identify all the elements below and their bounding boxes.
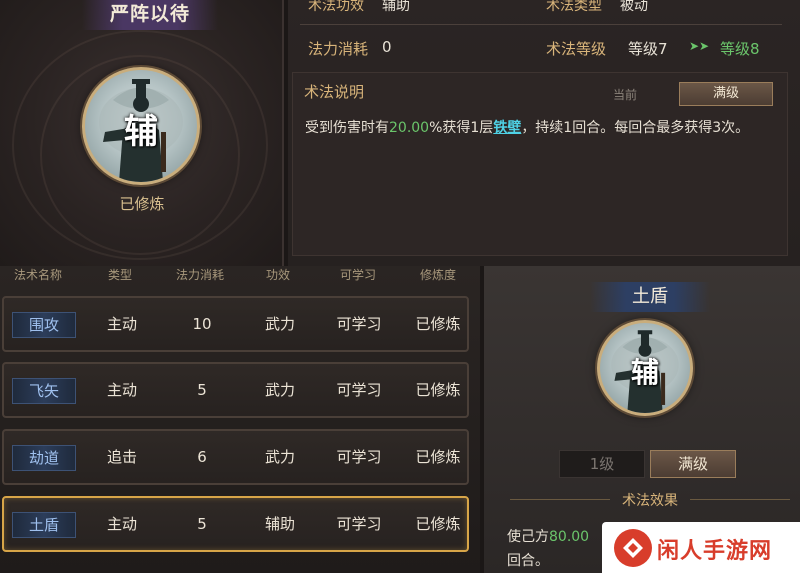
header-name: 法术名称 — [13, 268, 62, 282]
level-current: 等级7 — [628, 40, 668, 58]
header-type: 类型 — [107, 268, 132, 282]
effect-text-prefix: 使己方 — [507, 529, 549, 545]
cell-learn: 可学习 — [336, 381, 382, 399]
effect-value: 辅助 — [382, 0, 410, 14]
cell-cost: 5 — [197, 515, 207, 533]
header-learn: 可学习 — [339, 268, 376, 282]
description-text: 受到伤害时有20.00%获得1层铁壁，持续1回合。每回合最多获得3次。 — [305, 117, 749, 137]
effect-title: 术法效果 — [622, 493, 678, 509]
effect-text: 使己方80.00 回合。 — [507, 525, 589, 573]
cell-type: 主动 — [106, 515, 137, 533]
cell-type: 追击 — [106, 448, 137, 466]
divider — [690, 499, 790, 500]
level-next: 等级8 — [720, 40, 760, 58]
cell-learn: 可学习 — [336, 448, 382, 466]
cell-effect: 辅助 — [264, 515, 295, 533]
cell-learn: 可学习 — [336, 315, 382, 333]
type-label: 术法类型 — [546, 0, 602, 14]
watermark-text: 闲人手游网 — [657, 539, 773, 564]
level-1-button[interactable]: 1级 — [559, 450, 645, 478]
table-row[interactable]: 劫道 追击 6 武力 可学习 已修炼 — [2, 429, 469, 485]
cell-status: 已修炼 — [415, 315, 461, 333]
assist-glyph: 辅 — [124, 112, 158, 152]
type-value: 被动 — [620, 0, 648, 14]
level-label: 术法等级 — [546, 40, 607, 58]
table-row[interactable]: 围攻 主动 10 武力 可学习 已修炼 — [2, 296, 469, 352]
cell-cost: 10 — [192, 315, 212, 333]
effect-label: 术法功效 — [308, 0, 364, 14]
cell-status: 已修炼 — [415, 381, 461, 399]
skill-avatar[interactable]: 辅 — [82, 67, 200, 185]
cost-label: 法力消耗 — [308, 40, 369, 58]
desc-part: 受到伤害时有 — [305, 120, 389, 136]
effect-percent: 80.00 — [549, 529, 590, 545]
desc-part: ，持续1回合。每回合最多获得3次。 — [521, 120, 750, 136]
table-row[interactable]: 土盾 主动 5 辅助 可学习 已修炼 — [2, 496, 469, 552]
cell-effect: 武力 — [264, 315, 295, 333]
arrow-right-icon: ➤➤ — [689, 39, 710, 53]
desc-percent: 20.00 — [389, 120, 430, 136]
divider — [300, 24, 782, 25]
skill-title: 严阵以待 — [82, 0, 218, 30]
cell-status: 已修炼 — [415, 515, 461, 533]
cell-type: 主动 — [106, 315, 137, 333]
detail-skill-name: 土盾 — [590, 282, 710, 312]
table-header: 法术名称 类型 法力消耗 功效 可学习 修炼度 — [0, 266, 480, 284]
tab-max-level[interactable]: 满级 — [679, 82, 773, 106]
cell-effect: 武力 — [264, 448, 295, 466]
desc-part: %获得1层 — [429, 120, 494, 136]
skill-name-tag: 土盾 — [12, 512, 76, 538]
cell-cost: 6 — [197, 448, 207, 466]
table-row[interactable]: 飞矢 主动 5 武力 可学习 已修炼 — [2, 362, 469, 418]
cell-status: 已修炼 — [415, 448, 461, 466]
cell-type: 主动 — [106, 381, 137, 399]
watermark-logo-icon — [614, 529, 652, 567]
description-title: 术法说明 — [304, 83, 365, 101]
header-cost: 法力消耗 — [175, 268, 224, 282]
diamond-icon — [623, 538, 643, 558]
cost-value: 0 — [382, 38, 392, 56]
header-progress: 修炼度 — [419, 268, 456, 282]
effect-text-line2: 回合。 — [507, 553, 549, 569]
keyword-link[interactable]: 铁壁 — [493, 120, 521, 136]
cell-learn: 可学习 — [336, 515, 382, 533]
skill-name-tag: 飞矢 — [12, 378, 76, 404]
header-effect: 功效 — [265, 268, 290, 282]
divider — [510, 499, 610, 500]
assist-glyph: 辅 — [630, 356, 659, 389]
tab-current[interactable]: 当前 — [600, 86, 650, 103]
detail-avatar: 辅 — [597, 320, 693, 416]
skill-name-tag: 劫道 — [12, 445, 76, 471]
cell-cost: 5 — [197, 381, 207, 399]
cell-effect: 武力 — [264, 381, 295, 399]
skill-name-tag: 围攻 — [12, 312, 76, 338]
level-max-button[interactable]: 满级 — [650, 450, 736, 478]
learned-status: 已修炼 — [119, 195, 165, 213]
